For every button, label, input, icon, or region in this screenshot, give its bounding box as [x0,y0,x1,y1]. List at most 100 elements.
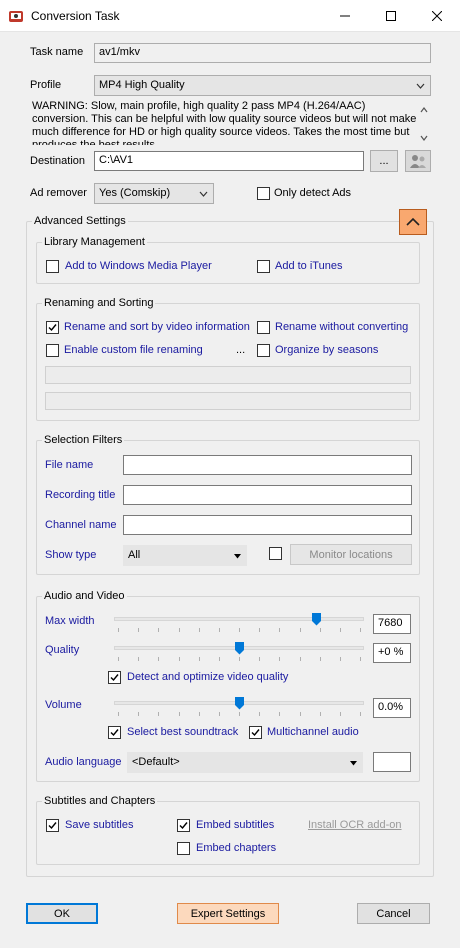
rename-without-converting-checkbox[interactable] [257,321,270,334]
slider-tick [360,657,361,661]
slider-tick [138,712,139,716]
chevron-down-icon [416,79,425,91]
minimize-button[interactable] [322,0,368,32]
title-bar: Conversion Task [0,0,460,32]
profile-description: WARNING: Slow, main profile, high qualit… [32,100,417,145]
window-title: Conversion Task [31,9,120,23]
slider-tick [279,657,280,661]
slider-tick [199,628,200,632]
custom-renaming-checkbox[interactable] [46,344,59,357]
detect-quality-checkbox[interactable] [108,671,121,684]
slider-tick [219,657,220,661]
slider-tick [179,712,180,716]
install-ocr-link[interactable]: Install OCR add-on [308,819,402,831]
slider-tick [118,628,119,632]
monitor-locations-button[interactable]: Monitor locations [290,544,412,565]
channel-name-input[interactable] [123,515,412,535]
chevron-up-icon [406,217,420,226]
close-button[interactable] [414,0,460,32]
show-type-value: All [128,549,141,561]
dropdown-arrow-icon [350,756,357,768]
checkmark-icon [110,674,119,682]
save-subtitles-checkbox[interactable] [46,819,59,832]
volume-label: Volume [45,699,82,711]
max-width-slider[interactable] [114,612,364,636]
organize-seasons-checkbox[interactable] [257,344,270,357]
slider-tick [360,628,361,632]
add-to-itunes-label: Add to iTunes [275,260,343,272]
embed-subtitles-checkbox[interactable] [177,819,190,832]
max-width-value[interactable]: 7680 [373,614,411,634]
custom-renaming-label: Enable custom file renaming [64,344,203,356]
slider-tick [179,657,180,661]
custom-rename-pattern-input[interactable] [45,366,411,384]
maximize-button[interactable] [368,0,414,32]
slider-tick [158,628,159,632]
advanced-settings-link[interactable]: Advanced Settings [32,215,128,227]
slider-tick [320,628,321,632]
multichannel-audio-checkbox[interactable] [249,726,262,739]
recording-title-label: Recording title [45,489,116,501]
quality-value[interactable]: +0 % [373,643,411,663]
best-soundtrack-checkbox[interactable] [108,726,121,739]
cancel-button[interactable]: Cancel [357,903,430,924]
expert-settings-button[interactable]: Expert Settings [177,903,279,924]
slider-thumb[interactable] [235,642,244,655]
add-to-wmp-checkbox[interactable] [46,260,59,273]
checkmark-icon [48,324,57,332]
minimize-icon [340,15,350,17]
slider-tick [138,657,139,661]
destination-input[interactable]: C:\AV1 [94,151,364,171]
slider-tick [340,657,341,661]
slider-tick [340,712,341,716]
profile-select[interactable]: MP4 High Quality [94,75,431,96]
destination-label: Destination [30,155,86,167]
checkmark-icon [48,822,57,830]
selection-filters-title: Selection Filters [42,434,125,446]
detect-quality-label: Detect and optimize video quality [127,671,289,683]
slider-tick [179,628,180,632]
ad-remover-select[interactable]: Yes (Comskip) [94,183,214,204]
max-width-label: Max width [45,615,95,627]
rename-without-converting-label: Rename without converting [275,321,409,333]
description-scrollbar[interactable] [418,102,430,146]
app-logo-icon [8,8,24,24]
subtitles-chapters-title: Subtitles and Chapters [42,795,158,807]
chevron-down-icon [199,187,208,199]
library-management-title: Library Management [42,236,147,248]
show-type-select[interactable]: All [123,545,247,566]
ok-button[interactable]: OK [26,903,98,924]
network-share-button[interactable] [405,150,431,172]
volume-slider[interactable] [114,696,364,720]
monitor-locations-checkbox[interactable] [269,547,282,560]
audio-language-select[interactable]: <Default> [127,752,363,773]
audio-language-label: Audio language [45,756,122,768]
browse-button[interactable]: ... [370,150,398,172]
slider-tick [219,628,220,632]
collapse-advanced-button[interactable] [399,209,427,235]
slider-tick [320,712,321,716]
rename-sort-label: Rename and sort by video information [64,321,250,333]
task-name-input[interactable]: av1/mkv [94,43,431,63]
audio-language-code-input[interactable] [373,752,411,772]
recording-title-input[interactable] [123,485,412,505]
only-detect-ads-checkbox[interactable] [257,187,270,200]
embed-subtitles-label: Embed subtitles [196,819,275,831]
slider-thumb[interactable] [235,697,244,710]
add-to-itunes-checkbox[interactable] [257,260,270,273]
rename-sort-checkbox[interactable] [46,321,59,334]
custom-renaming-options-button[interactable]: ... [236,344,245,356]
renaming-sorting-title: Renaming and Sorting [42,297,156,309]
slider-tick [199,657,200,661]
ad-remover-label: Ad remover [30,187,87,199]
file-name-input[interactable] [123,455,412,475]
slider-tick [239,657,240,661]
dropdown-arrow-icon [234,549,241,561]
checkmark-icon [179,822,188,830]
quality-slider[interactable] [114,641,364,665]
custom-rename-preview-input[interactable] [45,392,411,410]
slider-tick [158,712,159,716]
volume-value[interactable]: 0.0% [373,698,411,718]
slider-thumb[interactable] [312,613,321,626]
embed-chapters-checkbox[interactable] [177,842,190,855]
